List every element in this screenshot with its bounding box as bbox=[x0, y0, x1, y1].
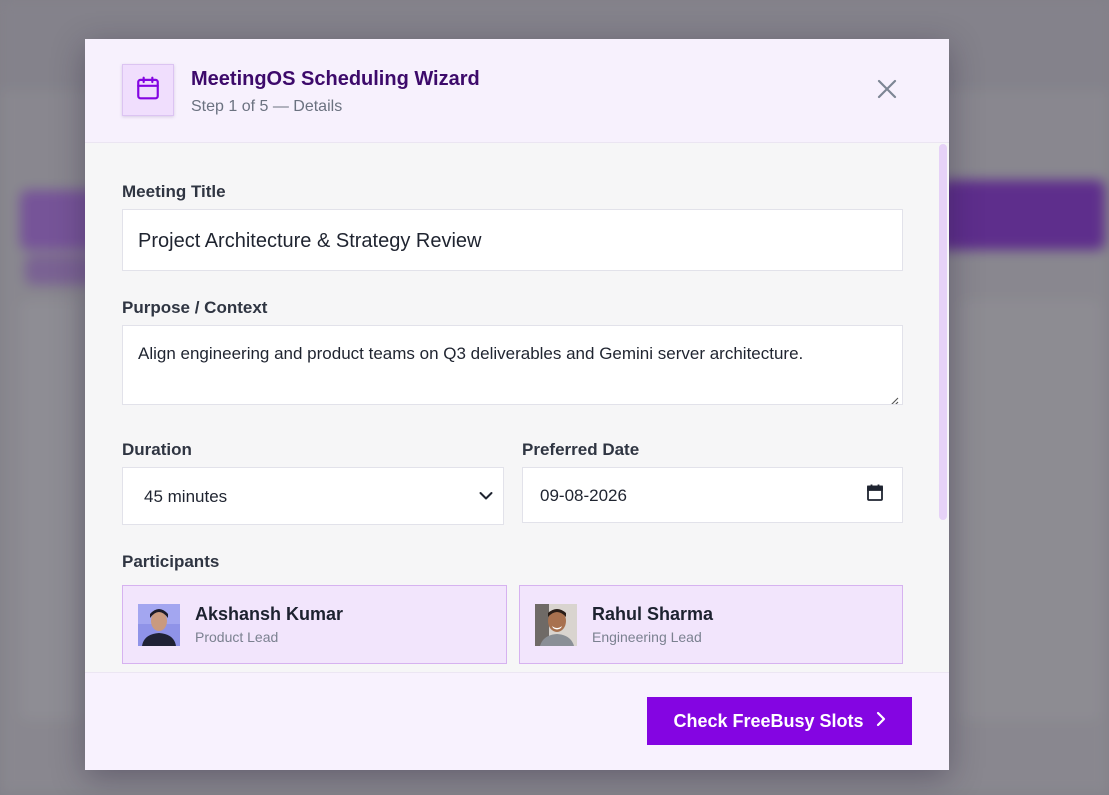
duration-select[interactable]: 45 minutes bbox=[122, 467, 504, 525]
participant-card[interactable]: Rahul Sharma Engineering Lead bbox=[519, 585, 903, 664]
close-icon bbox=[877, 79, 897, 104]
participant-role: Engineering Lead bbox=[592, 629, 702, 645]
avatar bbox=[138, 604, 180, 646]
duration-label: Duration bbox=[122, 440, 192, 459]
body-scrollbar[interactable] bbox=[939, 144, 947, 520]
close-button[interactable] bbox=[873, 77, 901, 105]
purpose-textarea[interactable]: Align engineering and product teams on Q… bbox=[122, 325, 903, 405]
step-indicator: Step 1 of 5 — Details bbox=[191, 98, 343, 115]
meeting-title-label: Meeting Title bbox=[122, 182, 226, 201]
modal-header: MeetingOS Scheduling Wizard Step 1 of 5 … bbox=[85, 39, 949, 143]
participants-label: Participants bbox=[122, 552, 220, 571]
chevron-down-icon bbox=[479, 486, 493, 506]
modal-footer: Check FreeBusy Slots bbox=[85, 672, 949, 770]
purpose-label: Purpose / Context bbox=[122, 298, 268, 317]
check-freebusy-button[interactable]: Check FreeBusy Slots bbox=[647, 697, 912, 745]
participant-name: Rahul Sharma bbox=[592, 604, 714, 624]
check-freebusy-label: Check FreeBusy Slots bbox=[673, 710, 864, 731]
meeting-title-input[interactable]: Project Architecture & Strategy Review bbox=[122, 209, 903, 271]
preferred-date-label: Preferred Date bbox=[522, 440, 640, 459]
calendar-picker-icon[interactable] bbox=[867, 484, 883, 506]
scheduling-wizard-modal: MeetingOS Scheduling Wizard Step 1 of 5 … bbox=[85, 39, 949, 770]
date-value: 09-08-2026 bbox=[540, 486, 627, 505]
purpose-text: Align engineering and product teams on Q… bbox=[138, 344, 804, 363]
participant-card[interactable]: Akshansh Kumar Product Lead bbox=[122, 585, 507, 664]
header-icon-box bbox=[122, 64, 174, 116]
avatar bbox=[535, 604, 577, 646]
participant-role: Product Lead bbox=[195, 629, 279, 645]
resize-grip-icon[interactable] bbox=[889, 391, 899, 404]
chevron-right-icon bbox=[876, 711, 886, 732]
participant-name: Akshansh Kumar bbox=[195, 604, 344, 624]
preferred-date-input[interactable]: 09-08-2026 bbox=[522, 467, 903, 523]
calendar-icon bbox=[135, 75, 161, 106]
duration-value: 45 minutes bbox=[144, 487, 228, 506]
modal-title: MeetingOS Scheduling Wizard bbox=[191, 68, 480, 90]
